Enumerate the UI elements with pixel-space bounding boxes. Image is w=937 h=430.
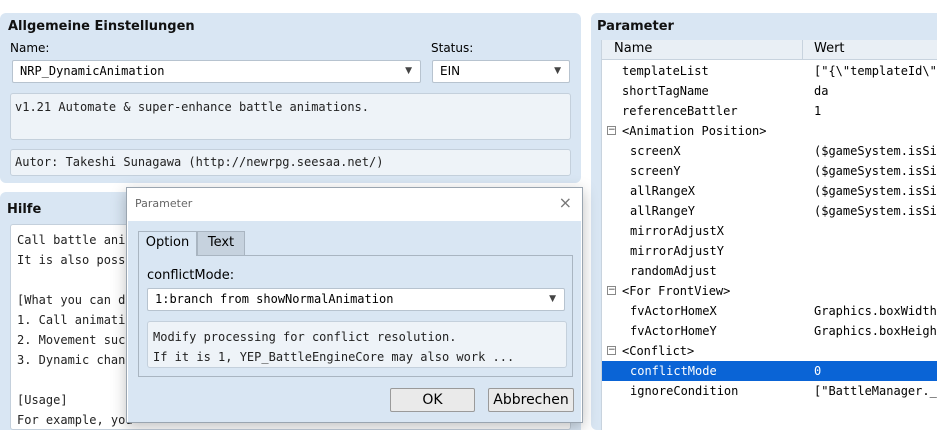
description-field[interactable]: v1.21 Automate & super-enhance battle an…	[10, 93, 571, 140]
parameter-name: ignoreCondition	[630, 384, 739, 398]
parameter-name: allRangeX	[630, 184, 696, 198]
parameter-value: ($gameSystem.isSid	[814, 204, 937, 218]
parameter-value: Graphics.boxHeight	[814, 324, 937, 338]
parameter-name: <For FrontView>	[622, 284, 731, 298]
parameter-name: mirrorAdjustY	[630, 244, 724, 258]
tab-option[interactable]: Option	[138, 231, 197, 256]
parameter-value: ["BattleManager._a	[814, 384, 937, 398]
parameter-row[interactable]: mirrorAdjustX	[602, 221, 937, 241]
parameter-row[interactable]: allRangeY ($gameSystem.isSid	[602, 201, 937, 221]
parameter-name: screenY	[630, 164, 681, 178]
description-line: If it is 1, YEP_BattleEngineCore may als…	[153, 350, 515, 364]
parameter-row[interactable]: screenX ($gameSystem.isSid	[602, 141, 937, 161]
plugin-name-value: NRP_DynamicAnimation	[20, 64, 165, 78]
description-line: Modify processing for conflict resolutio…	[153, 330, 457, 344]
parameter-name: fvActorHomeX	[630, 304, 717, 318]
dialog-title: Parameter	[135, 197, 193, 210]
parameter-value: 1	[814, 104, 822, 118]
parameter-name: <Animation Position>	[622, 124, 767, 138]
parameter-row[interactable]: fvActorHomeX Graphics.boxWidth	[602, 301, 937, 321]
column-header-name[interactable]: Name	[614, 41, 652, 56]
parameter-grid-header: Name Wert	[602, 40, 937, 60]
parameter-row[interactable]: templateList ["{\"templateId\":	[602, 61, 937, 81]
tab-text[interactable]: Text	[197, 231, 245, 255]
parameter-row[interactable]: shortTagName da	[602, 81, 937, 101]
parameter-name: shortTagName	[622, 84, 709, 98]
parameter-name: referenceBattler	[622, 104, 738, 118]
name-label: Name:	[10, 41, 50, 55]
parameter-name: allRangeY	[630, 204, 696, 218]
parameter-row[interactable]: allRangeX ($gameSystem.isSid	[602, 181, 937, 201]
collapse-toggle-icon[interactable]: −	[607, 286, 616, 295]
author-field[interactable]: Autor: Takeshi Sunagawa (http://newrpg.s…	[10, 149, 571, 176]
parameter-title: Parameter	[597, 19, 674, 34]
conflict-mode-select[interactable]: 1:branch from showNormalAnimation ▼	[147, 288, 565, 311]
status-label: Status:	[431, 41, 474, 55]
parameter-row[interactable]: − <Animation Position>	[602, 121, 937, 141]
parameter-row[interactable]: − <Conflict>	[602, 341, 937, 361]
parameter-grid[interactable]: Name Wert templateList ["{\"templateId\":…	[601, 40, 937, 430]
parameter-value: ["{\"templateId\":	[814, 64, 937, 78]
parameter-row[interactable]: mirrorAdjustY	[602, 241, 937, 261]
author-text: Autor: Takeshi Sunagawa (http://newrpg.s…	[15, 155, 384, 169]
status-select[interactable]: EIN ▼	[432, 60, 570, 83]
parameter-value: ($gameSystem.isSid	[814, 164, 937, 178]
column-divider[interactable]	[802, 40, 803, 60]
parameter-row[interactable]: ignoreCondition ["BattleManager._a	[602, 381, 937, 401]
parameter-name: fvActorHomeY	[630, 324, 717, 338]
parameter-dialog: Parameter × Option Text conflictMode: 1:…	[126, 187, 583, 423]
parameter-value: 0	[814, 364, 822, 378]
description-text: v1.21 Automate & super-enhance battle an…	[15, 100, 370, 114]
parameter-value: da	[814, 84, 829, 98]
close-icon[interactable]: ×	[559, 193, 572, 212]
chevron-down-icon: ▼	[405, 66, 412, 76]
collapse-toggle-icon[interactable]: −	[607, 126, 616, 135]
parameter-name: mirrorAdjustX	[630, 224, 724, 238]
parameter-name: randomAdjust	[630, 264, 717, 278]
parameter-row[interactable]: conflictMode 0	[602, 361, 937, 381]
parameter-value: ($gameSystem.isSid	[814, 184, 937, 198]
parameter-row[interactable]: fvActorHomeY Graphics.boxHeight	[602, 321, 937, 341]
dialog-body: Option Text conflictMode: 1:branch from …	[128, 221, 581, 422]
parameter-row[interactable]: screenY ($gameSystem.isSid	[602, 161, 937, 181]
parameter-name: conflictMode	[630, 364, 717, 378]
plugin-name-select[interactable]: NRP_DynamicAnimation ▼	[12, 60, 421, 83]
option-description-field[interactable]: Modify processing for conflict resolutio…	[147, 321, 567, 368]
conflict-mode-value: 1:branch from showNormalAnimation	[155, 292, 394, 306]
parameter-row[interactable]: − <For FrontView>	[602, 281, 937, 301]
ok-button[interactable]: OK	[390, 388, 475, 412]
status-value: EIN	[440, 64, 461, 78]
parameter-row[interactable]: referenceBattler 1	[602, 101, 937, 121]
parameter-name: templateList	[622, 64, 709, 78]
help-title: Hilfe	[7, 202, 42, 217]
option-tab-panel: conflictMode: 1:branch from showNormalAn…	[138, 255, 573, 377]
collapse-toggle-icon[interactable]: −	[607, 346, 616, 355]
chevron-down-icon: ▼	[554, 66, 561, 76]
parameter-name: screenX	[630, 144, 681, 158]
column-header-value[interactable]: Wert	[814, 41, 845, 56]
cancel-button[interactable]: Abbrechen	[488, 388, 574, 412]
parameter-row[interactable]: randomAdjust	[602, 261, 937, 281]
parameter-value: Graphics.boxWidth	[814, 304, 937, 318]
parameter-name: <Conflict>	[622, 344, 695, 358]
general-settings-panel: Allgemeine Einstellungen Name: NRP_Dynam…	[0, 13, 581, 183]
chevron-down-icon: ▼	[549, 294, 556, 304]
general-settings-title: Allgemeine Einstellungen	[8, 19, 195, 34]
parameter-value: ($gameSystem.isSid	[814, 144, 937, 158]
field-label: conflictMode:	[147, 268, 235, 283]
